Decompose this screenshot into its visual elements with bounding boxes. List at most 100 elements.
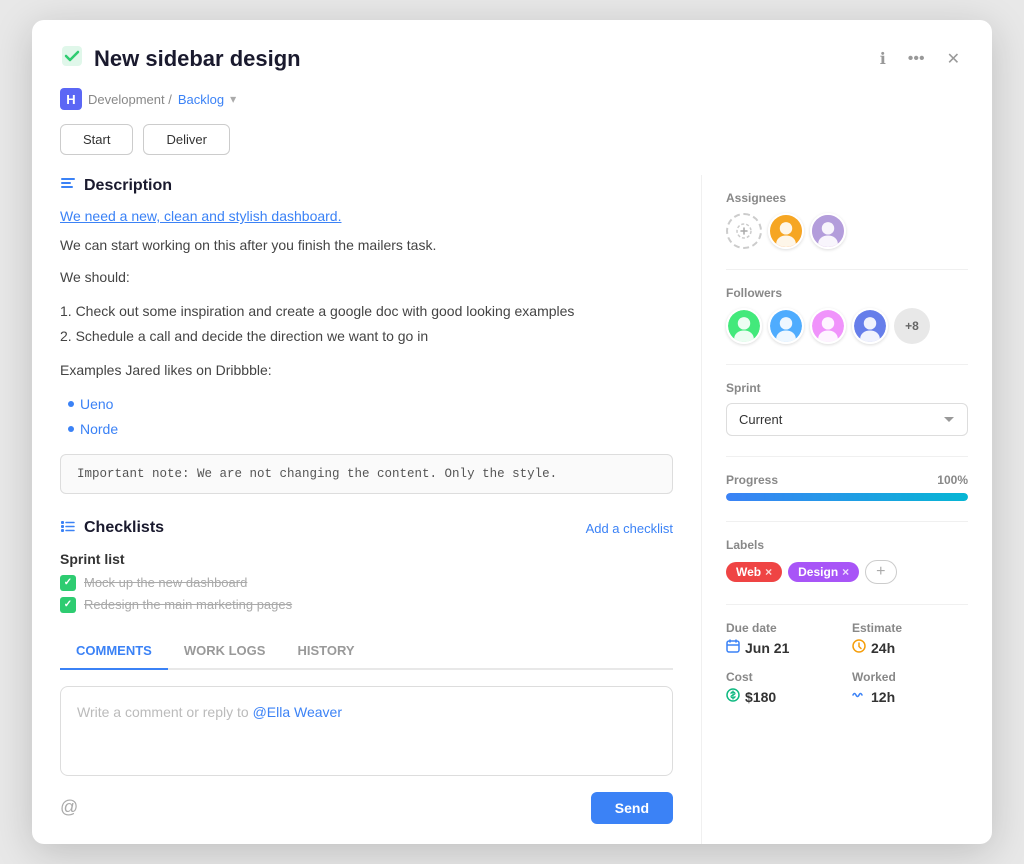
modal: New sidebar design ℹ ••• ✕ H Development… <box>32 20 992 844</box>
avatar-assignee-1 <box>768 213 804 249</box>
cost-label: Cost <box>726 670 842 684</box>
add-checklist-button[interactable]: Add a checklist <box>586 521 673 536</box>
add-label-button[interactable]: + <box>865 560 896 584</box>
norde-link[interactable]: Norde <box>80 417 118 442</box>
header-left: New sidebar design <box>60 44 301 74</box>
label-design-remove[interactable]: × <box>842 565 849 579</box>
comment-mention: @Ella Weaver <box>253 704 342 720</box>
labels-row: Web × Design × + <box>726 560 968 584</box>
list-item: 2. Schedule a call and decide the direct… <box>60 324 673 349</box>
progress-fill <box>726 493 968 501</box>
calendar-icon <box>726 639 740 656</box>
page-title: New sidebar design <box>94 46 301 72</box>
progress-track <box>726 493 968 501</box>
followers-row: +8 <box>726 308 968 344</box>
divider <box>726 604 968 605</box>
label-design: Design × <box>788 562 859 582</box>
avatar-follower-1 <box>726 308 762 344</box>
info-button[interactable]: ℹ <box>876 47 890 71</box>
description-link[interactable]: We need a new, clean and stylish dashboa… <box>60 208 673 224</box>
modal-header: New sidebar design ℹ ••• ✕ <box>32 20 992 84</box>
description-para1: We can start working on this after you f… <box>60 234 673 256</box>
close-button[interactable]: ✕ <box>943 47 964 71</box>
divider <box>726 456 968 457</box>
tab-history[interactable]: HISTORY <box>281 633 370 670</box>
tabs-row: COMMENTS WORK LOGS HISTORY <box>60 633 673 670</box>
examples-label: Examples Jared likes on Dribbble: <box>60 359 673 381</box>
worked-item: Worked 12h <box>852 670 968 705</box>
bullet-dot-icon <box>68 401 74 407</box>
cost-value: $180 <box>726 688 842 705</box>
followers-more[interactable]: +8 <box>894 308 930 344</box>
due-date-value: Jun 21 <box>726 639 842 656</box>
followers-label: Followers <box>726 286 968 300</box>
assignees-row <box>726 213 968 249</box>
estimate-item: Estimate 24h <box>852 621 968 656</box>
avatar-follower-2 <box>768 308 804 344</box>
header-actions: ℹ ••• ✕ <box>876 47 964 71</box>
sprint-select-wrapper: Current <box>726 403 968 436</box>
label-design-text: Design <box>798 565 838 579</box>
worked-label: Worked <box>852 670 968 684</box>
description-title: Description <box>84 177 172 195</box>
tab-worklogs[interactable]: WORK LOGS <box>168 633 282 670</box>
at-mention-icon[interactable]: @ <box>60 797 78 818</box>
deliver-button[interactable]: Deliver <box>143 124 229 155</box>
breadcrumb-prefix: Development / <box>88 92 172 107</box>
progress-value: 100% <box>937 473 968 487</box>
meta-grid: Due date Jun 21 Estimate 24h <box>726 621 968 705</box>
checklist-title-row: Checklists <box>60 518 164 539</box>
labels-section: Labels Web × Design × + <box>726 538 968 584</box>
breadcrumb-badge: H <box>60 88 82 110</box>
add-assignee-button[interactable] <box>726 213 762 249</box>
checklist-item-2: Redesign the main marketing pages <box>60 597 673 613</box>
breadcrumb-chevron-icon[interactable]: ▾ <box>230 92 236 106</box>
checklist-text: Redesign the main marketing pages <box>84 597 292 612</box>
bullet-list: Ueno Norde <box>60 392 673 442</box>
ueno-link[interactable]: Ueno <box>80 392 113 417</box>
wave-icon <box>852 688 866 705</box>
avatar-follower-3 <box>810 308 846 344</box>
checkbox-checked-icon[interactable] <box>60 575 76 591</box>
estimate-value: 24h <box>852 639 968 656</box>
assignees-section: Assignees <box>726 191 968 249</box>
description-icon <box>60 175 76 196</box>
comment-input[interactable]: Write a comment or reply to @Ella Weaver <box>60 686 673 776</box>
bullet-dot-icon <box>68 426 74 432</box>
label-web-remove[interactable]: × <box>765 565 772 579</box>
sprint-label: Sprint <box>726 381 968 395</box>
cost-item: Cost $180 <box>726 670 842 705</box>
label-web-text: Web <box>736 565 761 579</box>
breadcrumb-link[interactable]: Backlog <box>178 92 224 107</box>
divider <box>726 521 968 522</box>
list-item: Norde <box>68 417 673 442</box>
due-date-item: Due date Jun 21 <box>726 621 842 656</box>
sprint-list-title: Sprint list <box>60 551 673 567</box>
list-item: 1. Check out some inspiration and create… <box>60 299 673 324</box>
avatar-assignee-2 <box>810 213 846 249</box>
worked-value: 12h <box>852 688 968 705</box>
action-buttons: Start Deliver <box>32 124 992 175</box>
comment-placeholder: Write a comment or reply to <box>77 704 253 720</box>
modal-body: Description We need a new, clean and sty… <box>32 175 992 844</box>
description-header: Description <box>60 175 673 196</box>
note-box: Important note: We are not changing the … <box>60 454 673 494</box>
divider <box>726 364 968 365</box>
start-button[interactable]: Start <box>60 124 133 155</box>
tab-comments[interactable]: COMMENTS <box>60 633 168 670</box>
description-list: 1. Check out some inspiration and create… <box>60 299 673 349</box>
main-content: Description We need a new, clean and sty… <box>32 175 702 844</box>
description-para2: We should: <box>60 266 673 288</box>
checkbox-checked-icon[interactable] <box>60 597 76 613</box>
checklist-item-1: Mock up the new dashboard <box>60 575 673 591</box>
sprint-select[interactable]: Current <box>726 403 968 436</box>
checklist-icon <box>60 518 76 539</box>
send-button[interactable]: Send <box>591 792 673 824</box>
due-date-label: Due date <box>726 621 842 635</box>
more-button[interactable]: ••• <box>904 48 929 70</box>
clock-icon <box>852 639 866 656</box>
sidebar: Assignees <box>702 175 992 844</box>
list-item: Ueno <box>68 392 673 417</box>
label-web: Web × <box>726 562 782 582</box>
dollar-icon <box>726 688 740 705</box>
